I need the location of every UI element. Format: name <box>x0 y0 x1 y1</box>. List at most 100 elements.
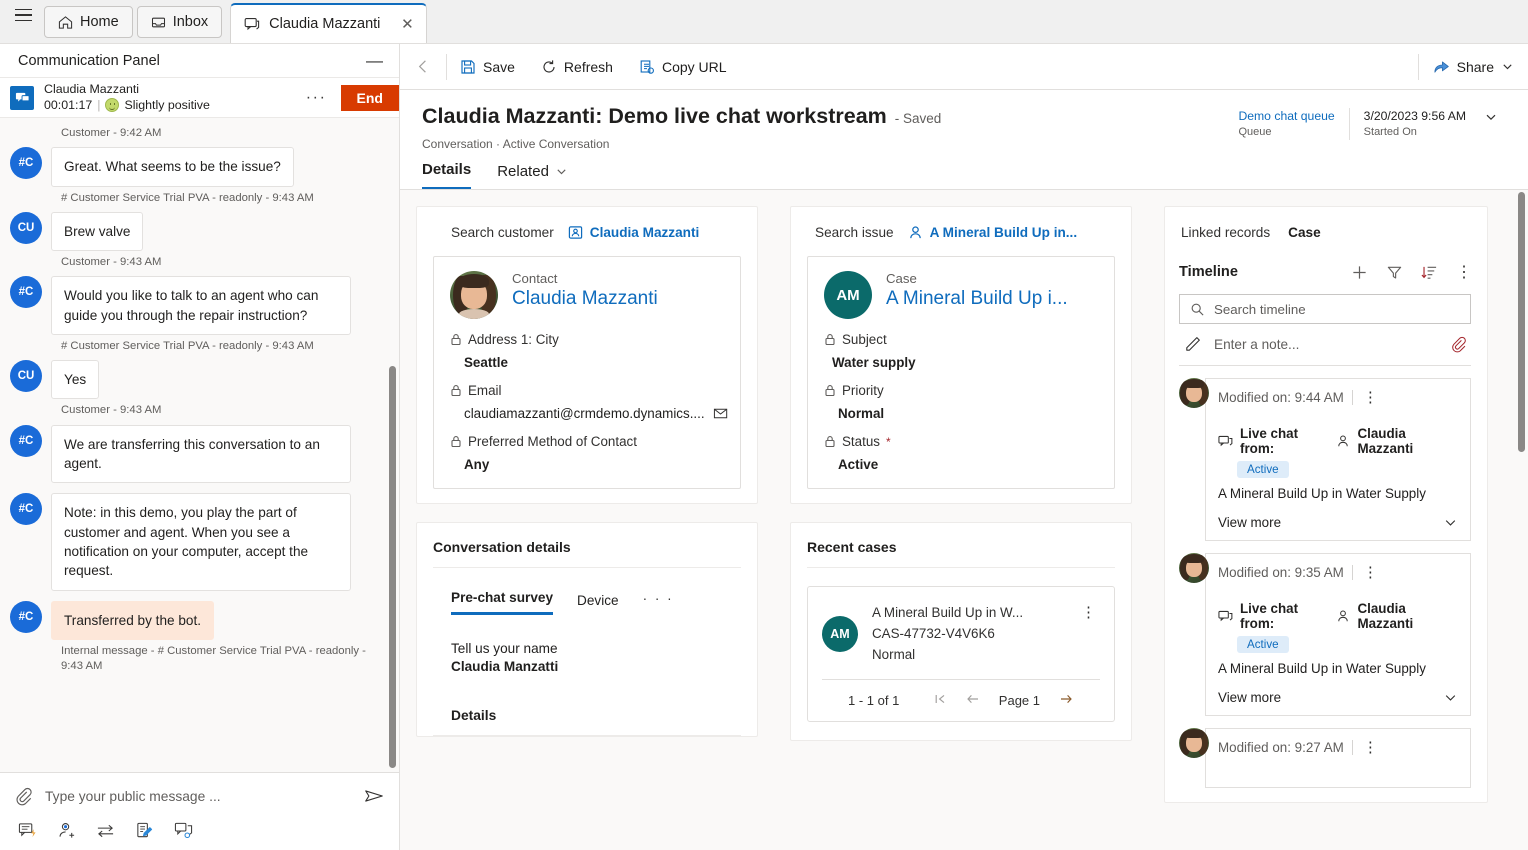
message-stamp: Customer - 9:43 AM <box>61 404 162 417</box>
search-timeline-input[interactable]: Search timeline <box>1179 294 1471 324</box>
avatar: #C <box>10 276 42 309</box>
case-card: AM Case A Mineral Build Up i... Subject … <box>807 256 1115 489</box>
case-card-name[interactable]: A Mineral Build Up i... <box>886 288 1098 310</box>
chevron-down-icon[interactable] <box>555 165 568 178</box>
message-stamp: Internal message - # Customer Service Tr… <box>61 644 366 673</box>
header-meta-chevron-down-icon[interactable] <box>1480 108 1506 127</box>
paperclip-icon[interactable] <box>1450 336 1469 353</box>
refresh-icon <box>541 59 557 75</box>
tab-related[interactable]: Related <box>497 163 568 189</box>
share-label: Share <box>1456 58 1494 75</box>
save-button[interactable]: Save <box>447 44 528 90</box>
more-icon[interactable]: ⋮ <box>1447 262 1481 282</box>
tab-claudia-mazzanti[interactable]: Claudia Mazzanti ✕ <box>230 3 428 43</box>
tab-inbox[interactable]: Inbox <box>136 6 223 38</box>
tab-overflow-icon[interactable]: · · · <box>643 591 674 615</box>
conversation-customer-name: Claudia Mazzanti <box>44 81 140 96</box>
timeline-entry[interactable]: Modified on: 9:27 AM ⋮ <box>1179 728 1471 788</box>
queue-value[interactable]: Demo chat queue <box>1238 108 1334 125</box>
filter-icon[interactable] <box>1377 264 1412 281</box>
timeline-entry[interactable]: Modified on: 9:35 AM ⋮ Live chat from: C… <box>1179 553 1471 716</box>
pager-first-icon[interactable] <box>933 692 947 709</box>
started-on-value: 3/20/2023 9:56 AM <box>1363 109 1466 123</box>
message-bubble: Note: in this demo, you play the part of… <box>51 493 351 591</box>
copy-url-button[interactable]: Copy URL <box>626 44 740 90</box>
add-agent-icon[interactable] <box>57 821 76 840</box>
avatar: CU <box>10 360 42 393</box>
add-icon[interactable] <box>1342 264 1377 281</box>
details-subheading: Details <box>433 674 741 736</box>
message-bubble: Would you like to talk to an agent who c… <box>51 276 351 335</box>
contact-card-name[interactable]: Claudia Mazzanti <box>512 288 724 310</box>
sort-icon[interactable] <box>1412 264 1447 281</box>
timeline-from-name: Claudia Mazzanti <box>1357 601 1414 631</box>
pager-prev-icon[interactable] <box>965 692 981 709</box>
more-icon[interactable]: ⋮ <box>1077 603 1100 621</box>
hamburger-icon[interactable] <box>6 0 40 43</box>
chevron-down-icon[interactable] <box>1501 60 1514 73</box>
message-stamp: # Customer Service Trial PVA - readonly … <box>61 339 314 352</box>
email-icon[interactable] <box>713 406 730 421</box>
chat-icon <box>1218 609 1233 624</box>
field-value: Any <box>464 457 490 472</box>
minimize-icon[interactable]: — <box>366 52 383 69</box>
close-icon[interactable]: ✕ <box>399 15 415 33</box>
search-customer-row: Search customer Claudia Mazzanti <box>433 223 741 256</box>
field-label: Preferred Method of Contact <box>468 434 637 449</box>
more-icon[interactable]: ⋮ <box>1353 738 1388 756</box>
recent-case-priority: Normal <box>872 646 916 662</box>
more-icon[interactable]: ⋮ <box>1353 388 1388 406</box>
tab-related-label: Related <box>497 163 549 180</box>
refresh-button[interactable]: Refresh <box>528 44 626 90</box>
consult-icon[interactable] <box>174 821 193 840</box>
command-bar: Save Refresh Copy URL Share <box>400 44 1528 90</box>
field-label: Address 1: City <box>468 332 559 347</box>
header-meta-queue[interactable]: Demo chat queue Queue <box>1224 108 1348 140</box>
conversation-more-icon[interactable]: ··· <box>302 89 331 107</box>
transfer-icon[interactable] <box>96 821 115 840</box>
end-conversation-button[interactable]: End <box>340 84 399 111</box>
note-input-row[interactable]: Enter a note... <box>1179 324 1471 366</box>
avatar: CU <box>10 211 42 244</box>
quick-replies-icon[interactable] <box>18 821 37 840</box>
timeline-timestamp: Modified on: 9:35 AM <box>1218 564 1353 580</box>
pager-next-icon[interactable] <box>1058 692 1074 709</box>
tab-details[interactable]: Details <box>422 161 472 189</box>
timeline-from-label: Live chat from: <box>1240 601 1299 631</box>
required-asterisk: * <box>885 434 891 449</box>
tab-home[interactable]: Home <box>44 6 133 38</box>
conversation-details-heading: Conversation details <box>433 539 741 568</box>
search-timeline-placeholder: Search timeline <box>1214 301 1306 317</box>
view-more-button[interactable]: View more <box>1218 515 1458 530</box>
canvas-scrollbar[interactable] <box>1514 190 1528 850</box>
share-button[interactable]: Share <box>1419 44 1528 90</box>
chat-message-stream[interactable]: Customer - 9:42 AM #C Great. What seems … <box>0 118 399 772</box>
tab-device[interactable]: Device <box>577 593 619 615</box>
timeline-entry[interactable]: Modified on: 9:44 AM ⋮ Live chat from: C… <box>1179 378 1471 541</box>
more-icon[interactable]: ⋮ <box>1353 563 1388 581</box>
home-icon <box>58 15 73 30</box>
queue-label: Queue <box>1238 126 1272 139</box>
avatar <box>1179 728 1209 758</box>
back-arrow-icon[interactable] <box>400 57 446 76</box>
message-input[interactable]: Type your public message ... <box>45 789 351 804</box>
avatar <box>1179 378 1209 408</box>
chat-message: #C Would you like to talk to an agent wh… <box>10 276 385 335</box>
tab-pre-chat-survey[interactable]: Pre-chat survey <box>451 590 554 615</box>
paperclip-icon[interactable] <box>14 787 33 806</box>
tab-inbox-label: Inbox <box>172 14 209 30</box>
send-icon[interactable] <box>363 785 385 807</box>
recent-case-item[interactable]: AM A Mineral Build Up in W... CAS-47732-… <box>807 586 1115 723</box>
tab-home-label: Home <box>80 14 119 30</box>
search-customer-value[interactable]: Claudia Mazzanti <box>568 225 699 240</box>
chat-scrollbar-thumb[interactable] <box>389 366 396 768</box>
linked-records-value[interactable]: Case <box>1288 225 1321 240</box>
view-more-label: View more <box>1218 515 1282 530</box>
view-more-button[interactable]: View more <box>1218 690 1458 705</box>
timeline-title: Timeline <box>1179 264 1238 280</box>
notes-icon[interactable] <box>135 821 154 840</box>
search-issue-value[interactable]: A Mineral Build Up in... <box>908 225 1077 240</box>
canvas-scrollbar-thumb[interactable] <box>1518 192 1525 452</box>
timeline-panel: Linked records Case Timeline ⋮ Search ti… <box>1164 206 1488 803</box>
survey-answer: Claudia Manzatti <box>451 659 559 674</box>
